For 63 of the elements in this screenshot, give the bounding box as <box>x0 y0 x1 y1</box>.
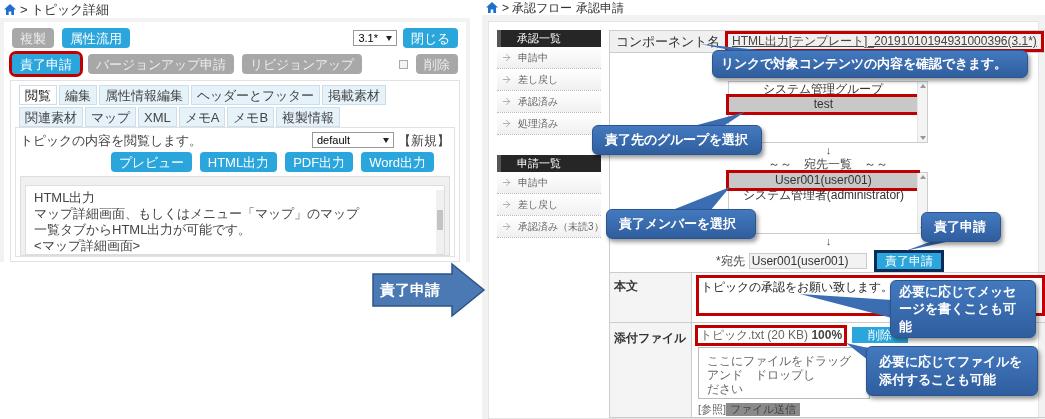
down-arrow: ↓ <box>825 143 832 157</box>
preview-text: <マップ詳細画面> <box>34 238 142 254</box>
description: トピックの内容を閲覧します。 <box>20 133 202 147</box>
breadcrumb: > トピック詳細 <box>20 2 110 16</box>
drop-zone-text: ださい <box>707 382 744 396</box>
callout-tooltip: 責了申請 <box>921 212 1001 242</box>
recipient-field[interactable]: User001(user001) <box>748 253 867 269</box>
arrow-label: 責了申請 <box>380 280 440 300</box>
callout-tooltip: 責了メンバーを選択 <box>606 209 756 239</box>
home-icon[interactable] <box>486 2 498 13</box>
down-arrow-icon[interactable] <box>919 136 926 140</box>
caret-icon <box>383 137 389 143</box>
scrollbar[interactable] <box>436 190 444 254</box>
callout-tooltip: リンクで対象コンテンツの内容を確認できます。 <box>712 50 1028 78</box>
preview-text: HTML出力 <box>34 190 97 206</box>
new-link[interactable]: 【新規】 <box>398 133 450 147</box>
browse-link[interactable]: [参照] <box>698 404 727 415</box>
drop-zone-text: ここにファイルをドラッグ <box>707 354 852 368</box>
home-icon[interactable] <box>4 3 16 15</box>
tab[interactable]: 複製情報 <box>276 107 341 127</box>
callout-tooltip: 責了先のグループを選択 <box>592 125 762 155</box>
arrow-right-icon <box>501 177 512 188</box>
drop-zone-text: アンド ドロップし <box>707 368 816 382</box>
up-arrow-icon[interactable] <box>919 175 926 179</box>
callout-tooltip: 必要に応じてメッセージを書くことも可能 <box>890 280 1036 338</box>
callout-tooltip: 必要に応じてファイルを添付することも可能 <box>866 346 1038 396</box>
up-arrow-icon[interactable] <box>919 84 926 88</box>
version-select[interactable]: 3.1* <box>353 30 397 46</box>
arrow-right-icon <box>501 118 512 129</box>
tab[interactable]: XML <box>138 107 177 127</box>
scrollbar[interactable] <box>917 82 928 142</box>
tab[interactable]: 編集 <box>59 85 97 105</box>
list-item[interactable]: test <box>729 97 918 112</box>
tab[interactable]: 関連素材 <box>19 107 83 127</box>
arrow-right-icon <box>501 199 512 210</box>
list-item[interactable]: システム管理者(administrator) <box>729 188 918 203</box>
tab[interactable]: メモB <box>227 107 275 127</box>
sidebar-header: 申請一覧 <box>497 155 601 172</box>
arrow-right-icon <box>501 74 512 85</box>
down-arrow: ↓ <box>825 234 832 248</box>
preview-text: マップ詳細画面、もしくはメニュー「マップ」のマップ一覧タブからHTML出力が可能です。 <box>34 206 361 238</box>
breadcrumb: > 承認フロー 承認申請 <box>502 1 624 14</box>
tab[interactable]: メモA <box>178 107 226 127</box>
tab[interactable]: ヘッダーとフッター <box>191 85 320 105</box>
delete-checkbox[interactable] <box>399 59 408 69</box>
tab[interactable]: マップ <box>85 107 136 127</box>
field-label: 本文 <box>610 273 692 322</box>
file-info: トピック.txt (20 KB) 100% <box>698 327 845 343</box>
tab[interactable]: 閲覧 <box>19 85 57 105</box>
arrow-right-icon <box>501 221 512 232</box>
tab[interactable]: 属性情報編集 <box>99 85 189 105</box>
component-link[interactable]: HTML出力[テンプレート]_20191010194931000396(3.1*) <box>728 34 1041 49</box>
arrow-right-icon <box>501 96 512 107</box>
template-select[interactable]: default <box>312 132 394 148</box>
field-label: *宛先 <box>716 253 745 270</box>
arrow-right-icon <box>501 52 512 63</box>
list-item[interactable]: User001(user001) <box>729 173 918 188</box>
field-label: 添付ファイル <box>610 323 692 417</box>
tab[interactable]: 掲載素材 <box>322 85 386 105</box>
caret-icon <box>386 35 392 41</box>
list-item[interactable]: システム管理グループ <box>729 82 918 97</box>
recipients-heading: ～～ 宛先一覧 ～～ <box>768 157 889 172</box>
sidebar-header: 承認一覧 <box>497 30 601 47</box>
